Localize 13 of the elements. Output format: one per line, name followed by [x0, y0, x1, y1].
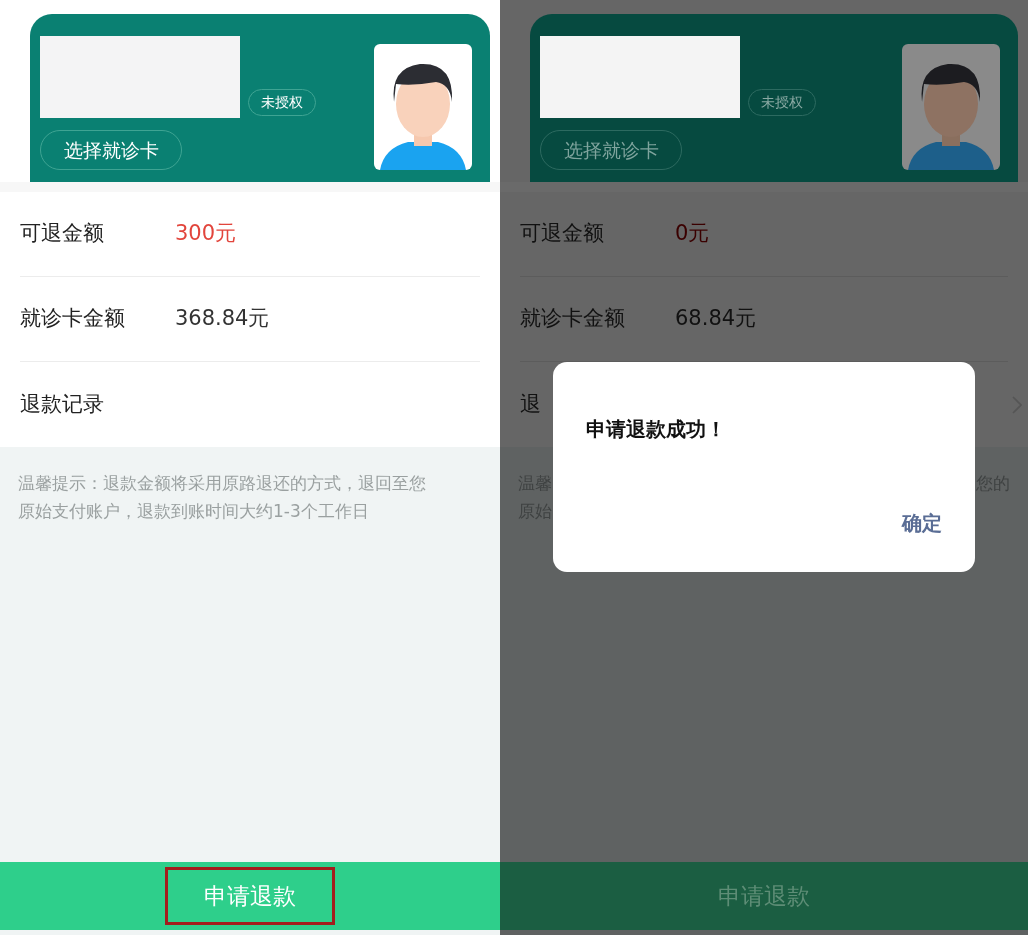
tip-text: 温馨提示：退款金额将采用原路退还的方式，退回至您: [18, 472, 426, 495]
row-value: 368.84元: [175, 305, 270, 333]
row-label: 可退金额: [520, 220, 605, 248]
row-label: 退款记录: [20, 390, 105, 418]
row-label: 可退金额: [20, 220, 105, 248]
row-value: 300元: [175, 220, 237, 248]
row-label: 退: [520, 390, 542, 418]
tip-text: 原始支付账户，退款到账时间大约1-3个工作日: [18, 500, 370, 523]
row-label: 就诊卡金额: [20, 305, 126, 333]
row-value: 0元: [675, 220, 710, 248]
row-value: 68.84元: [675, 305, 757, 333]
dialog-message: 申请退款成功！: [586, 416, 727, 443]
row-label: 就诊卡金额: [520, 305, 626, 333]
